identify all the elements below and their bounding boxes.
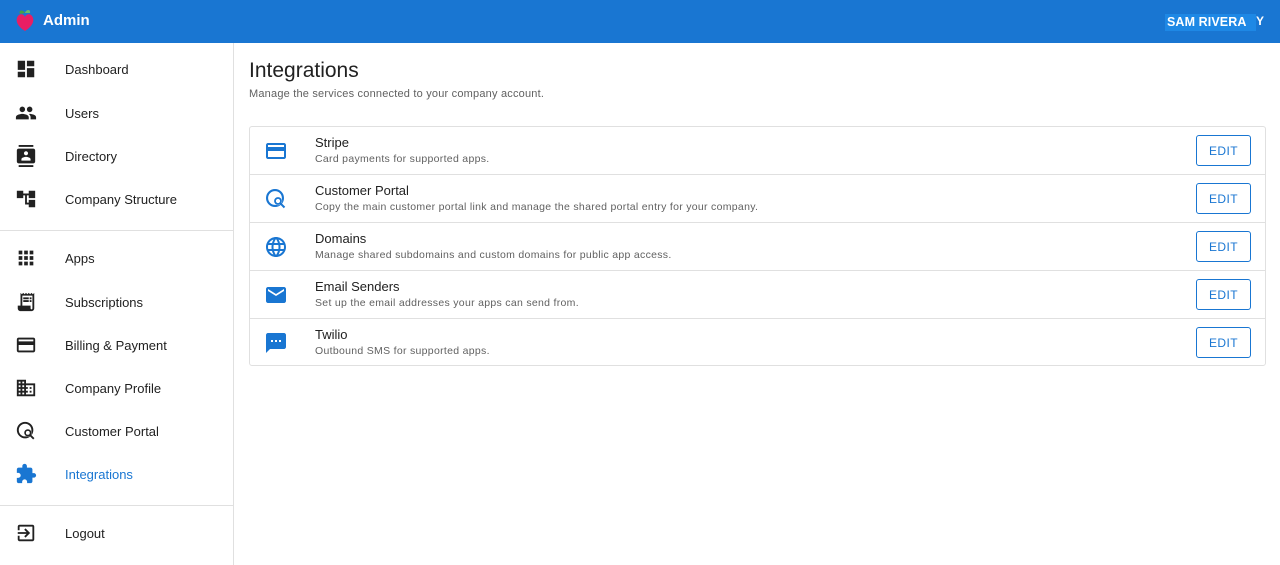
sidebar-item-directory[interactable]: Directory [0, 137, 233, 177]
sidebar-item-company-profile[interactable]: Company Profile [0, 369, 233, 409]
page-subtitle: Manage the services connected to your co… [249, 88, 545, 100]
credit-card-icon [266, 143, 286, 159]
integration-row-stripe: Stripe Card payments for supported apps.… [250, 127, 1265, 175]
edit-button-stripe[interactable]: EDIT [1196, 135, 1251, 166]
integration-name: Twilio [315, 327, 348, 342]
sidebar-item-company-structure[interactable]: Company Structure [0, 180, 233, 220]
sidebar-item-label: Company Profile [65, 381, 162, 396]
mail-icon [266, 287, 286, 303]
sidebar-item-label: Billing & Payment [65, 338, 167, 353]
app-header: Admin SAM RIVERA Y [0, 0, 1280, 43]
sidebar-item-label: Apps [65, 251, 95, 266]
integration-row-domains: Domains Manage shared subdomains and cus… [250, 223, 1265, 271]
sidebar-item-label: Integrations [65, 467, 133, 482]
app-logo-icon [16, 10, 34, 31]
apps-grid-icon [18, 250, 34, 266]
portal-search-icon [16, 421, 35, 440]
sidebar-item-label: Directory [65, 149, 118, 164]
edit-button-twilio[interactable]: EDIT [1196, 327, 1251, 358]
sidebar-item-integrations[interactable]: Integrations [0, 455, 233, 495]
edit-button-email-senders[interactable]: EDIT [1196, 279, 1251, 310]
integration-name: Customer Portal [315, 183, 409, 198]
sidebar-item-label: Company Structure [65, 192, 177, 207]
edit-button-domains[interactable]: EDIT [1196, 231, 1251, 262]
credit-card-icon [16, 337, 36, 353]
dashboard-icon [17, 60, 35, 78]
sidebar-item-label: Dashboard [65, 62, 129, 77]
sidebar-item-label: Customer Portal [65, 424, 159, 439]
sidebar-item-label: Logout [65, 526, 105, 541]
portal-search-icon [266, 189, 286, 209]
sidebar-item-label: Subscriptions [65, 295, 144, 310]
integration-description: Outbound SMS for supported apps. [315, 345, 490, 357]
building-icon [16, 379, 36, 397]
user-name[interactable]: SAM RIVERA [1167, 15, 1246, 29]
globe-icon [266, 237, 286, 257]
sidebar-item-customer-portal[interactable]: Customer Portal [0, 412, 233, 452]
sidebar-item-subscriptions[interactable]: Subscriptions [0, 283, 233, 323]
integration-row-email-senders: Email Senders Set up the email addresses… [250, 271, 1265, 319]
page-title: Integrations [249, 59, 359, 82]
app-title: Admin [43, 12, 90, 29]
sidebar-item-logout[interactable]: Logout [0, 514, 233, 554]
receipt-icon [17, 292, 35, 312]
integrations-list: Stripe Card payments for supported apps.… [249, 126, 1266, 366]
integration-name: Domains [315, 231, 367, 246]
sidebar-divider [0, 505, 233, 506]
integration-description: Copy the main customer portal link and m… [315, 201, 759, 213]
sidebar-item-label: Users [65, 106, 99, 121]
sidebar-item-apps[interactable]: Apps [0, 239, 233, 279]
sidebar: Dashboard Users Directory Company Struct… [0, 43, 234, 565]
integration-name: Stripe [315, 135, 349, 150]
sms-icon [266, 333, 286, 353]
puzzle-icon [16, 463, 37, 484]
contacts-icon [16, 145, 36, 167]
integration-name: Email Senders [315, 279, 400, 294]
people-icon [15, 106, 37, 120]
integration-row-customer-portal: Customer Portal Copy the main customer p… [250, 175, 1265, 223]
logout-icon [17, 524, 35, 542]
sidebar-item-billing[interactable]: Billing & Payment [0, 326, 233, 366]
edit-button-customer-portal[interactable]: EDIT [1196, 183, 1251, 214]
integration-row-twilio: Twilio Outbound SMS for supported apps. … [250, 319, 1265, 367]
integration-description: Manage shared subdomains and custom doma… [315, 249, 672, 261]
hierarchy-icon [16, 190, 36, 208]
sidebar-item-users[interactable]: Users [0, 94, 233, 134]
integration-description: Set up the email addresses your apps can… [315, 297, 579, 309]
sidebar-item-dashboard[interactable]: Dashboard [0, 50, 233, 90]
integration-description: Card payments for supported apps. [315, 153, 490, 165]
sidebar-divider [0, 230, 233, 231]
user-name-overflow: Y [1256, 14, 1265, 28]
